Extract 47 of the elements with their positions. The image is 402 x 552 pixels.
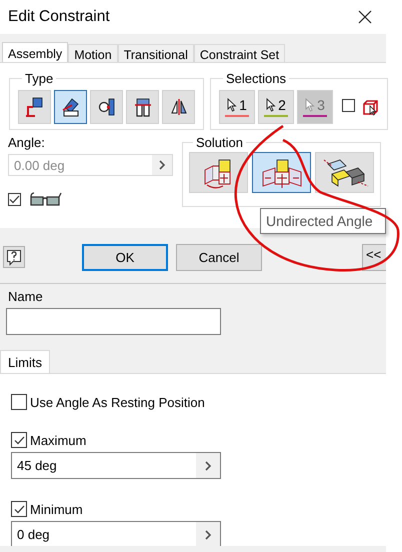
checkmark-icon <box>9 194 20 204</box>
cursor-icon <box>227 98 238 112</box>
selection-button[interactable]: 1 <box>219 90 255 124</box>
checkbox-label: Minimum <box>30 502 83 516</box>
group-title: Type <box>24 71 54 86</box>
chevron-icon <box>158 160 166 170</box>
checkbox-label: Maximum <box>30 432 86 448</box>
group-title: Selections <box>225 71 287 86</box>
chevron-icon <box>204 460 212 470</box>
checkbox[interactable] <box>8 192 21 206</box>
tab[interactable]: Limits <box>0 350 50 373</box>
angle-icon <box>60 96 80 118</box>
limit-field[interactable]: 0 deg <box>11 521 221 546</box>
cursor-icon <box>305 98 316 112</box>
help-button[interactable] <box>3 246 25 268</box>
solution-button[interactable] <box>252 152 311 193</box>
checkbox[interactable] <box>11 432 27 448</box>
insert-icon <box>132 96 152 118</box>
checkbox-label: Use Angle As Resting Position <box>30 394 205 410</box>
group-title: Solution <box>195 135 244 150</box>
limit-field[interactable]: 45 deg <box>11 452 221 479</box>
checkmark-icon <box>14 436 24 444</box>
glasses-icon[interactable] <box>29 191 63 207</box>
checkmark-icon <box>14 504 24 514</box>
tab[interactable]: Motion <box>68 44 118 64</box>
angle-label: Angle: <box>8 135 46 150</box>
name-field[interactable] <box>6 308 221 335</box>
window-title: Edit Constraint <box>8 8 110 26</box>
name-label: Name <box>8 289 44 304</box>
part-cursor-icon <box>362 98 379 116</box>
close-icon[interactable] <box>358 10 372 24</box>
more-button[interactable]: << <box>362 244 386 270</box>
tab[interactable]: Assembly <box>2 42 68 64</box>
checkbox[interactable] <box>11 394 27 410</box>
symmetry-icon <box>168 96 188 118</box>
selection-button[interactable]: 2 <box>258 90 294 124</box>
constraint-type-button[interactable] <box>54 90 87 124</box>
chevron-icon <box>204 530 212 540</box>
mate-icon <box>24 96 44 118</box>
tooltip: Undirected Angle <box>260 208 386 234</box>
checkbox[interactable] <box>11 501 27 517</box>
checkbox[interactable] <box>342 99 355 112</box>
dialog-button[interactable]: OK <box>82 244 168 270</box>
dialog-button[interactable]: Cancel <box>176 244 262 270</box>
tangent-icon <box>96 96 116 118</box>
cursor-icon <box>266 98 276 112</box>
help-icon <box>6 248 22 266</box>
